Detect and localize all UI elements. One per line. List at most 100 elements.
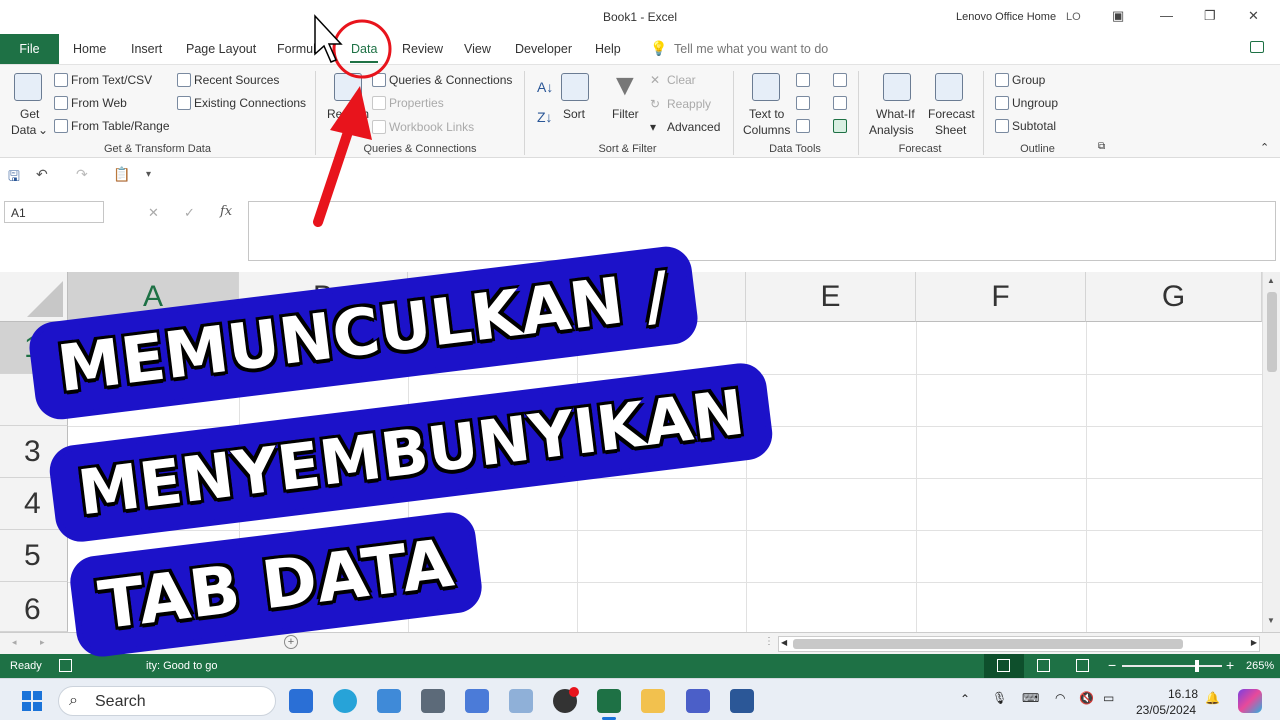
vertical-scroll-thumb[interactable]: [1267, 292, 1277, 372]
reapply-button[interactable]: Reapply: [667, 97, 711, 111]
active-cell-a1[interactable]: [68, 322, 239, 374]
forecast-sheet-line1[interactable]: Forecast: [928, 107, 975, 121]
column-header-g[interactable]: G: [1086, 272, 1262, 322]
sort-ascending-icon[interactable]: A↓: [537, 79, 553, 95]
column-header-d[interactable]: [577, 272, 746, 322]
sort-icon[interactable]: [561, 73, 589, 101]
filter-button[interactable]: Filter: [612, 107, 639, 121]
normal-view-icon[interactable]: [997, 659, 1010, 672]
data-validation-icon[interactable]: [796, 119, 810, 133]
horizontal-scrollbar[interactable]: ◀ ▶: [778, 636, 1260, 652]
row-header-2[interactable]: [0, 374, 68, 426]
remove-duplicates-icon[interactable]: [796, 96, 810, 110]
show-hidden-icons[interactable]: ⌃: [960, 692, 970, 706]
forecast-sheet-icon[interactable]: [935, 73, 963, 101]
what-if-analysis-icon[interactable]: [883, 73, 911, 101]
scroll-down-icon[interactable]: ▼: [1267, 616, 1275, 625]
tab-developer[interactable]: Developer: [515, 42, 572, 56]
chart-app-icon[interactable]: [509, 689, 533, 713]
accessibility-status[interactable]: ity: Good to go: [146, 660, 218, 672]
subtotal-button[interactable]: Subtotal: [1012, 119, 1056, 133]
relationships-icon[interactable]: [833, 96, 847, 110]
forecast-sheet-line2[interactable]: Sheet: [935, 123, 966, 137]
redo-icon[interactable]: ↷: [76, 166, 88, 183]
column-header-b[interactable]: B: [239, 272, 408, 322]
microphone-icon[interactable]: 🎙: [992, 691, 1007, 705]
what-if-analysis-line2[interactable]: Analysis: [869, 123, 914, 137]
confirm-entry-icon[interactable]: ✓: [184, 205, 195, 221]
column-header-c[interactable]: [408, 272, 577, 322]
clock-time[interactable]: 16.18: [1168, 687, 1198, 701]
taskbar-search[interactable]: ⌕ Search: [58, 686, 276, 716]
sort-button[interactable]: Sort: [563, 107, 585, 121]
queries-connections-button[interactable]: Queries & Connections: [389, 73, 512, 87]
chevron-down-icon[interactable]: ⌄: [38, 123, 48, 137]
scroll-up-icon[interactable]: ▲: [1267, 276, 1275, 285]
tab-insert[interactable]: Insert: [131, 42, 162, 56]
zoom-in-icon[interactable]: +: [1226, 657, 1234, 673]
properties-button[interactable]: Properties: [389, 96, 444, 110]
zoom-slider-thumb[interactable]: [1195, 660, 1199, 672]
recent-sources-button[interactable]: Recent Sources: [194, 73, 279, 87]
advanced-button[interactable]: Advanced: [667, 120, 720, 134]
text-to-columns-line1[interactable]: Text to: [749, 107, 784, 121]
zoom-slider[interactable]: [1122, 665, 1222, 667]
filter-funnel-icon[interactable]: ▼: [610, 69, 640, 103]
ribbon-display-icon[interactable]: ▣: [1112, 8, 1124, 24]
get-data-icon[interactable]: [14, 73, 42, 101]
battery-icon[interactable]: ▭: [1103, 691, 1114, 705]
workbook-links-button[interactable]: Workbook Links: [389, 120, 474, 134]
manage-data-model-icon[interactable]: [833, 119, 847, 133]
wifi-icon[interactable]: ◠: [1055, 691, 1065, 705]
tab-view[interactable]: View: [464, 42, 491, 56]
photos-app-icon[interactable]: [377, 689, 401, 713]
scroll-sheets-left-icon[interactable]: ◂: [12, 637, 17, 648]
scroll-right-icon[interactable]: ▶: [1251, 638, 1257, 647]
tab-file[interactable]: File: [0, 34, 59, 64]
row-header-4[interactable]: 4: [0, 478, 68, 530]
text-to-columns-icon[interactable]: [752, 73, 780, 101]
start-menu-icon[interactable]: [22, 691, 42, 711]
tab-formulas[interactable]: Formulas: [277, 42, 317, 56]
row-header-1[interactable]: 1: [0, 322, 68, 374]
customize-qat-icon[interactable]: ▾: [146, 169, 151, 180]
clipboard-icon[interactable]: 📋: [113, 166, 130, 183]
what-if-analysis-line1[interactable]: What-If: [876, 107, 915, 121]
save-icon[interactable]: 🖫: [8, 166, 20, 190]
tab-review[interactable]: Review: [402, 42, 443, 56]
excel-app-icon[interactable]: [597, 689, 621, 713]
scroll-sheets-right-icon[interactable]: ▸: [40, 637, 45, 648]
get-data-button-line2[interactable]: Data: [11, 123, 36, 137]
column-header-f[interactable]: F: [916, 272, 1086, 322]
from-text-csv-button[interactable]: From Text/CSV: [71, 73, 152, 87]
undo-icon[interactable]: ↶: [36, 166, 48, 183]
copilot-icon[interactable]: [1238, 689, 1262, 713]
horizontal-scroll-thumb[interactable]: [793, 639, 1183, 649]
group-button[interactable]: Group: [1012, 73, 1045, 87]
restore-icon[interactable]: ❐: [1204, 8, 1216, 24]
account-name[interactable]: Lenovo Office Home: [956, 11, 1056, 23]
microsoft-store-icon[interactable]: [289, 689, 313, 713]
word-app-icon[interactable]: [730, 689, 754, 713]
keyboard-icon[interactable]: ⌨: [1022, 691, 1039, 705]
page-break-view-icon[interactable]: [1076, 659, 1089, 672]
row-header-5[interactable]: 5: [0, 530, 68, 582]
clock-date[interactable]: 23/05/2024: [1136, 703, 1196, 717]
scroll-left-icon[interactable]: ◀: [781, 638, 787, 647]
spreadsheet-grid[interactable]: A B E F G 1 3 4 5 6: [0, 272, 1262, 632]
cancel-entry-icon[interactable]: ✕: [148, 205, 159, 221]
tab-help[interactable]: Help: [595, 42, 621, 56]
get-data-button-line1[interactable]: Get: [20, 107, 39, 121]
tab-home[interactable]: Home: [73, 42, 106, 56]
insert-function-button[interactable]: fx: [220, 204, 232, 219]
row-header-3[interactable]: 3: [0, 426, 68, 478]
name-box[interactable]: A1: [4, 201, 104, 223]
refresh-icon[interactable]: [334, 73, 362, 101]
select-all-corner[interactable]: [0, 272, 68, 322]
tab-data[interactable]: Data: [351, 42, 377, 56]
consolidate-icon[interactable]: [833, 73, 847, 87]
collapse-ribbon-icon[interactable]: ⌃: [1260, 141, 1269, 154]
dialog-launcher-icon[interactable]: ⧉: [1098, 141, 1105, 152]
account-initials[interactable]: LO: [1066, 11, 1081, 23]
tab-page-layout[interactable]: Page Layout: [186, 42, 256, 56]
